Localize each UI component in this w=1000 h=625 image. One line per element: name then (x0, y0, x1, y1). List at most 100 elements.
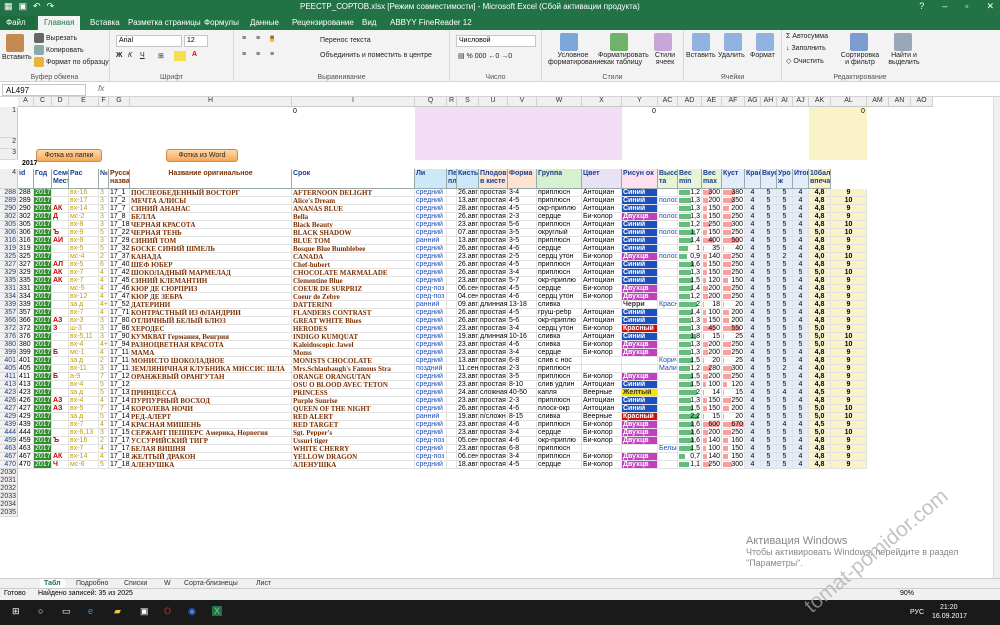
table-cell[interactable]: ПУРПУРНЫЙ ВОСХОД (130, 397, 292, 405)
table-cell[interactable]: 28.авг (457, 205, 479, 213)
table-cell[interactable]: 13.авг (457, 357, 479, 365)
table-cell[interactable]: 17_181 (109, 453, 130, 461)
edge-icon[interactable]: e (88, 606, 93, 616)
table-cell[interactable]: 5 (99, 389, 109, 397)
table-cell[interactable]: 100 (702, 445, 722, 453)
table-cell[interactable]: округлый (537, 229, 582, 237)
table-cell[interactable]: 4,8 (809, 309, 831, 317)
table-cell[interactable] (658, 237, 678, 245)
column-title[interactable]: Вес min (678, 169, 702, 189)
table-cell[interactable]: 20 (722, 413, 745, 421)
table-cell[interactable]: 2 (99, 357, 109, 365)
table-cell[interactable]: Синий (622, 245, 658, 253)
row-header[interactable]: 470 (0, 461, 18, 469)
tab-home[interactable]: Главная (38, 16, 81, 30)
table-cell[interactable]: сердц утон (537, 253, 582, 261)
table-cell[interactable] (622, 357, 658, 365)
row-header[interactable]: 463 (0, 445, 18, 453)
table-cell[interactable]: 4 (745, 293, 761, 301)
table-cell[interactable]: 17_29 (109, 237, 130, 245)
table-cell[interactable]: простая (479, 245, 508, 253)
table-cell[interactable]: средний (415, 357, 447, 365)
table-cell[interactable]: 2017 (34, 197, 52, 205)
table-cell[interactable]: 5 (777, 405, 793, 413)
table-cell[interactable]: 23.авг (457, 325, 479, 333)
table-cell[interactable]: Антоциан (582, 221, 622, 229)
table-cell[interactable]: 2017 (34, 245, 52, 253)
table-cell[interactable]: 4 (745, 221, 761, 229)
table-cell[interactable] (52, 309, 69, 317)
table-cell[interactable]: 2017 (34, 269, 52, 277)
table-cell[interactable]: сливка (537, 341, 582, 349)
insert-cells-icon[interactable] (692, 33, 710, 51)
table-cell[interactable]: 4,8 (809, 197, 831, 205)
table-cell[interactable] (52, 301, 69, 309)
table-cell[interactable]: GREAT WHITE Blues (292, 317, 415, 325)
format-table-icon[interactable] (610, 33, 628, 51)
table-cell[interactable]: 5 (777, 333, 793, 341)
table-cell[interactable]: 5 (761, 445, 777, 453)
table-cell[interactable]: 1,4 (678, 285, 702, 293)
table-cell[interactable]: Синий (622, 261, 658, 269)
table-cell[interactable]: 23.авг (457, 445, 479, 453)
row-header[interactable]: 444 (0, 429, 18, 437)
table-cell[interactable]: 150 (702, 269, 722, 277)
table-cell[interactable]: вх-7 (69, 269, 99, 277)
row-header[interactable]: 2034 (0, 501, 18, 509)
table-cell[interactable]: 9 (831, 365, 867, 373)
table-cell[interactable]: 17_32 (109, 245, 130, 253)
table-cell[interactable]: ПРИНЦЕССА (130, 389, 292, 397)
table-cell[interactable]: 380 (18, 341, 34, 349)
table-cell[interactable]: 4 (793, 205, 809, 213)
table-cell[interactable]: сред-поз (415, 453, 447, 461)
table-cell[interactable]: 4 (745, 453, 761, 461)
table-cell[interactable]: 4 (745, 341, 761, 349)
table-cell[interactable]: вх-7 (69, 421, 99, 429)
table-cell[interactable]: 9 (831, 293, 867, 301)
table-cell[interactable]: DATTERINI (292, 301, 415, 309)
column-title[interactable]: Срок (292, 169, 415, 189)
table-cell[interactable]: 3-4 (508, 269, 537, 277)
align-center-icon[interactable]: ≡ (256, 51, 260, 58)
table-cell[interactable]: 5 (761, 357, 777, 365)
table-cell[interactable]: 4,8 (809, 213, 831, 221)
table-cell[interactable]: 4 (745, 429, 761, 437)
table-cell[interactable]: 17_7 (109, 205, 130, 213)
table-cell[interactable]: 40-50 (508, 389, 537, 397)
table-cell[interactable]: слив удлин (537, 381, 582, 389)
table-cell[interactable]: 9 (831, 213, 867, 221)
table-cell[interactable]: 1,1 (678, 461, 702, 469)
table-cell[interactable]: простая (479, 437, 508, 445)
table-cell[interactable]: 335 (18, 277, 34, 285)
table-cell[interactable]: средний (415, 373, 447, 381)
table-cell[interactable]: 4 (745, 269, 761, 277)
table-cell[interactable]: АЗ (52, 317, 69, 325)
table-cell[interactable]: АИ (52, 237, 69, 245)
table-cell[interactable]: приплюсн (537, 261, 582, 269)
table-cell[interactable]: 4 (745, 309, 761, 317)
table-cell[interactable]: приплюсн (537, 189, 582, 197)
column-title[interactable]: Рисун ок (622, 169, 658, 189)
table-cell[interactable]: 4 (745, 413, 761, 421)
table-cell[interactable]: 4 (745, 261, 761, 269)
table-cell[interactable]: 23.авг (457, 277, 479, 285)
table-cell[interactable]: 3 (99, 333, 109, 341)
row-header[interactable]: 2032 (0, 485, 18, 493)
table-cell[interactable]: Двухцв (622, 213, 658, 221)
table-cell[interactable]: 8-10 (508, 381, 537, 389)
table-cell[interactable]: 2-5 (508, 253, 537, 261)
table-cell[interactable]: СИНИЙ АНАНАС (130, 205, 292, 213)
table-cell[interactable]: простая (479, 293, 508, 301)
table-cell[interactable]: простая (479, 357, 508, 365)
table-cell[interactable]: 150 (722, 453, 745, 461)
row-header[interactable]: 405 (0, 365, 18, 373)
table-cell[interactable]: ранний (415, 413, 447, 421)
table-cell[interactable]: 4,5 (809, 421, 831, 429)
table-cell[interactable]: вх-4 (69, 381, 99, 389)
table-cell[interactable]: 14 (702, 389, 722, 397)
table-cell[interactable]: Синий (622, 381, 658, 389)
column-header[interactable]: Y (622, 97, 658, 107)
table-cell[interactable]: 4,8 (809, 245, 831, 253)
store-icon[interactable]: ▣ (140, 606, 149, 617)
table-cell[interactable]: окр-приплю (537, 437, 582, 445)
